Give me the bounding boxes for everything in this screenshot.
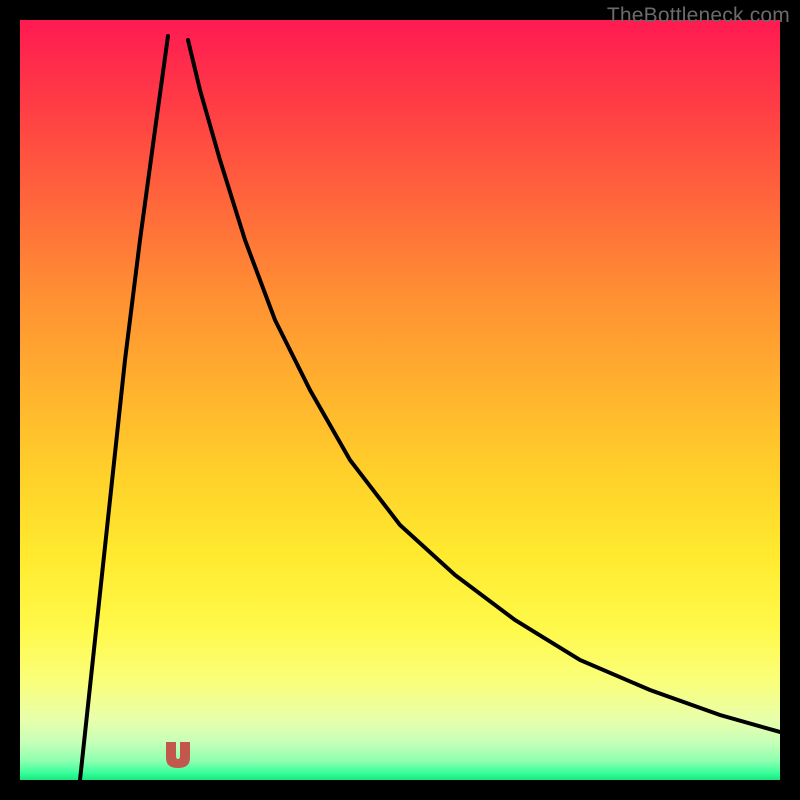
bottleneck-curve — [20, 20, 780, 780]
plot-area — [20, 20, 780, 780]
watermark-text: TheBottleneck.com — [607, 4, 790, 28]
